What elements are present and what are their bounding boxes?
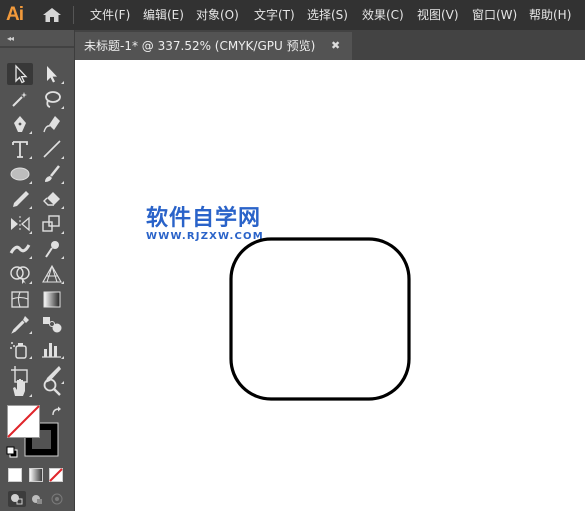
puppet-warp-tool-icon[interactable]	[39, 238, 65, 260]
menu-help[interactable]: 帮助(H)	[529, 0, 571, 30]
magic-wand-tool-icon[interactable]	[7, 88, 33, 110]
gradient-tool-icon[interactable]	[39, 288, 65, 310]
menu-file[interactable]: 文件(F)	[90, 0, 130, 30]
menu-divider	[73, 6, 74, 24]
eraser-tool-icon[interactable]	[39, 188, 65, 210]
shape-builder-tool-icon[interactable]	[7, 263, 33, 285]
document-tab-title[interactable]: 未标题-1* @ 337.52% (CMYK/GPU 预览)	[84, 32, 315, 60]
curvature-tool-icon[interactable]	[39, 113, 65, 135]
perspective-grid-tool-icon[interactable]	[39, 263, 65, 285]
draw-normal-icon[interactable]	[8, 491, 26, 507]
selection-tool-icon[interactable]	[7, 63, 33, 85]
menu-window[interactable]: 窗口(W)	[472, 0, 517, 30]
default-fill-stroke-icon[interactable]	[5, 445, 19, 459]
type-tool-icon[interactable]	[7, 138, 33, 160]
draw-inside-icon[interactable]	[48, 491, 66, 507]
line-segment-tool-icon[interactable]	[39, 138, 65, 160]
pen-tool-icon[interactable]	[7, 113, 33, 135]
gradient-mode-button[interactable]	[29, 468, 43, 482]
pencil-tool-icon[interactable]	[7, 188, 33, 210]
column-graph-tool-icon[interactable]	[39, 338, 65, 360]
none-mode-button[interactable]	[49, 468, 63, 482]
menu-edit[interactable]: 编辑(E)	[143, 0, 184, 30]
rounded-rectangle-shape[interactable]	[228, 236, 412, 402]
lasso-tool-icon[interactable]	[39, 88, 65, 110]
menu-view[interactable]: 视图(V)	[417, 0, 459, 30]
menu-bar: Ai 文件(F) 编辑(E) 对象(O) 文字(T) 选择(S) 效果(C) 视…	[0, 0, 585, 30]
menu-effect[interactable]: 效果(C)	[362, 0, 404, 30]
menu-object[interactable]: 对象(O)	[196, 0, 239, 30]
scale-tool-icon[interactable]	[39, 213, 65, 235]
hand-tool-icon[interactable]	[7, 376, 33, 398]
zoom-tool-icon[interactable]	[39, 376, 65, 398]
direct-selection-tool-icon[interactable]	[39, 63, 65, 85]
draw-behind-icon[interactable]	[28, 491, 46, 507]
watermark-title: 软件自学网	[146, 206, 262, 231]
menu-select[interactable]: 选择(S)	[307, 0, 348, 30]
paintbrush-tool-icon[interactable]	[39, 163, 65, 185]
blend-tool-icon[interactable]	[39, 313, 65, 335]
eyedropper-tool-icon[interactable]	[7, 313, 33, 335]
collapse-panel-icon[interactable]: ◂◂	[7, 34, 14, 43]
fill-swatch-none[interactable]	[7, 405, 40, 438]
swap-fill-stroke-icon[interactable]	[50, 405, 64, 419]
mesh-tool-icon[interactable]	[7, 288, 33, 310]
symbol-sprayer-tool-icon[interactable]	[7, 338, 33, 360]
reflect-tool-icon[interactable]	[7, 213, 33, 235]
menu-type[interactable]: 文字(T)	[254, 0, 295, 30]
color-mode-button[interactable]	[8, 468, 22, 482]
home-icon[interactable]	[42, 7, 62, 23]
panel-divider	[0, 46, 74, 48]
width-tool-icon[interactable]	[7, 238, 33, 260]
tab-close-icon[interactable]: ✖	[331, 32, 340, 60]
ellipse-tool-icon[interactable]	[7, 163, 33, 185]
app-logo: Ai	[6, 4, 24, 25]
